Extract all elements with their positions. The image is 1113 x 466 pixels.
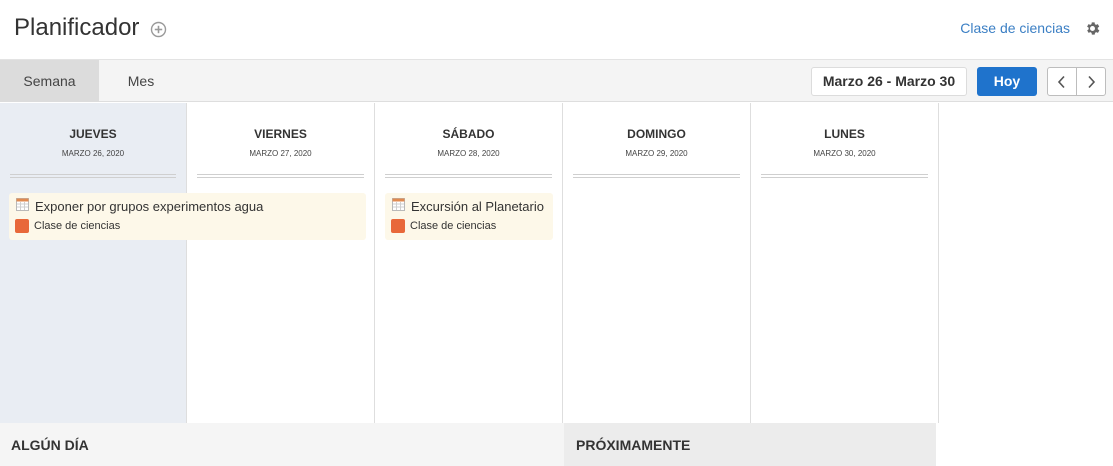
day-name: JUEVES [69, 127, 117, 141]
day-column-sunday[interactable]: DOMINGO MARZO 29, 2020 [563, 103, 751, 423]
event-card[interactable]: Excursión al Planetario Clase de ciencia… [385, 193, 553, 240]
day-column-monday[interactable]: LUNES MARZO 30, 2020 [751, 103, 939, 423]
chevron-right-icon [1088, 75, 1096, 89]
week-calendar: JUEVES MARZO 26, 2020 VIERNES MARZO 27, … [0, 103, 1113, 423]
day-name: SÁBADO [442, 127, 495, 141]
day-divider [10, 174, 176, 178]
day-date: MARZO 29, 2020 [625, 149, 688, 158]
page-title: Planificador [14, 14, 140, 41]
day-divider [385, 174, 552, 178]
class-selector-link[interactable]: Clase de ciencias [960, 20, 1070, 36]
calendar-icon [392, 198, 405, 211]
someday-title: ALGÚN DÍA [11, 437, 89, 453]
gear-icon[interactable] [1084, 20, 1101, 37]
day-date: MARZO 28, 2020 [437, 149, 500, 158]
plus-circle-icon[interactable] [150, 21, 167, 38]
day-divider [761, 174, 928, 178]
class-color-swatch [15, 219, 29, 233]
day-date: MARZO 26, 2020 [61, 149, 125, 158]
day-divider [197, 174, 364, 178]
event-title: Exponer por grupos experimentos agua [35, 199, 264, 214]
event-class-label: Clase de ciencias [34, 220, 121, 232]
day-column-friday[interactable]: VIERNES MARZO 27, 2020 [187, 103, 375, 423]
page-header: Planificador Clase de ciencias [0, 0, 1113, 59]
day-name: VIERNES [254, 127, 307, 141]
date-range-button[interactable]: Marzo 26 - Marzo 30 [811, 67, 967, 96]
event-card[interactable]: Exponer por grupos experimentos agua Cla… [9, 193, 366, 240]
today-button[interactable]: Hoy [977, 67, 1037, 96]
calendar-icon [16, 198, 29, 211]
tab-week[interactable]: Semana [0, 60, 99, 102]
day-date: MARZO 30, 2020 [813, 149, 876, 158]
previous-week-button[interactable] [1047, 67, 1077, 96]
day-name: LUNES [824, 127, 865, 141]
event-class-label: Clase de ciencias [410, 220, 497, 232]
view-toolbar: Semana Mes Marzo 26 - Marzo 30 Hoy [0, 59, 1113, 102]
someday-section: ALGÚN DÍA [0, 423, 564, 466]
class-color-swatch [391, 219, 405, 233]
day-column-thursday[interactable]: JUEVES MARZO 26, 2020 [0, 103, 187, 423]
day-date: MARZO 27, 2020 [249, 149, 312, 158]
tab-month[interactable]: Mes [99, 60, 183, 102]
event-title: Excursión al Planetario [411, 199, 544, 214]
upcoming-title: PRÓXIMAMENTE [576, 437, 691, 453]
day-divider [573, 174, 740, 178]
upcoming-section: PRÓXIMAMENTE [564, 423, 936, 466]
day-name: DOMINGO [627, 127, 686, 141]
day-column-saturday[interactable]: SÁBADO MARZO 28, 2020 [375, 103, 563, 423]
next-week-button[interactable] [1076, 67, 1106, 96]
chevron-left-icon [1057, 75, 1065, 89]
